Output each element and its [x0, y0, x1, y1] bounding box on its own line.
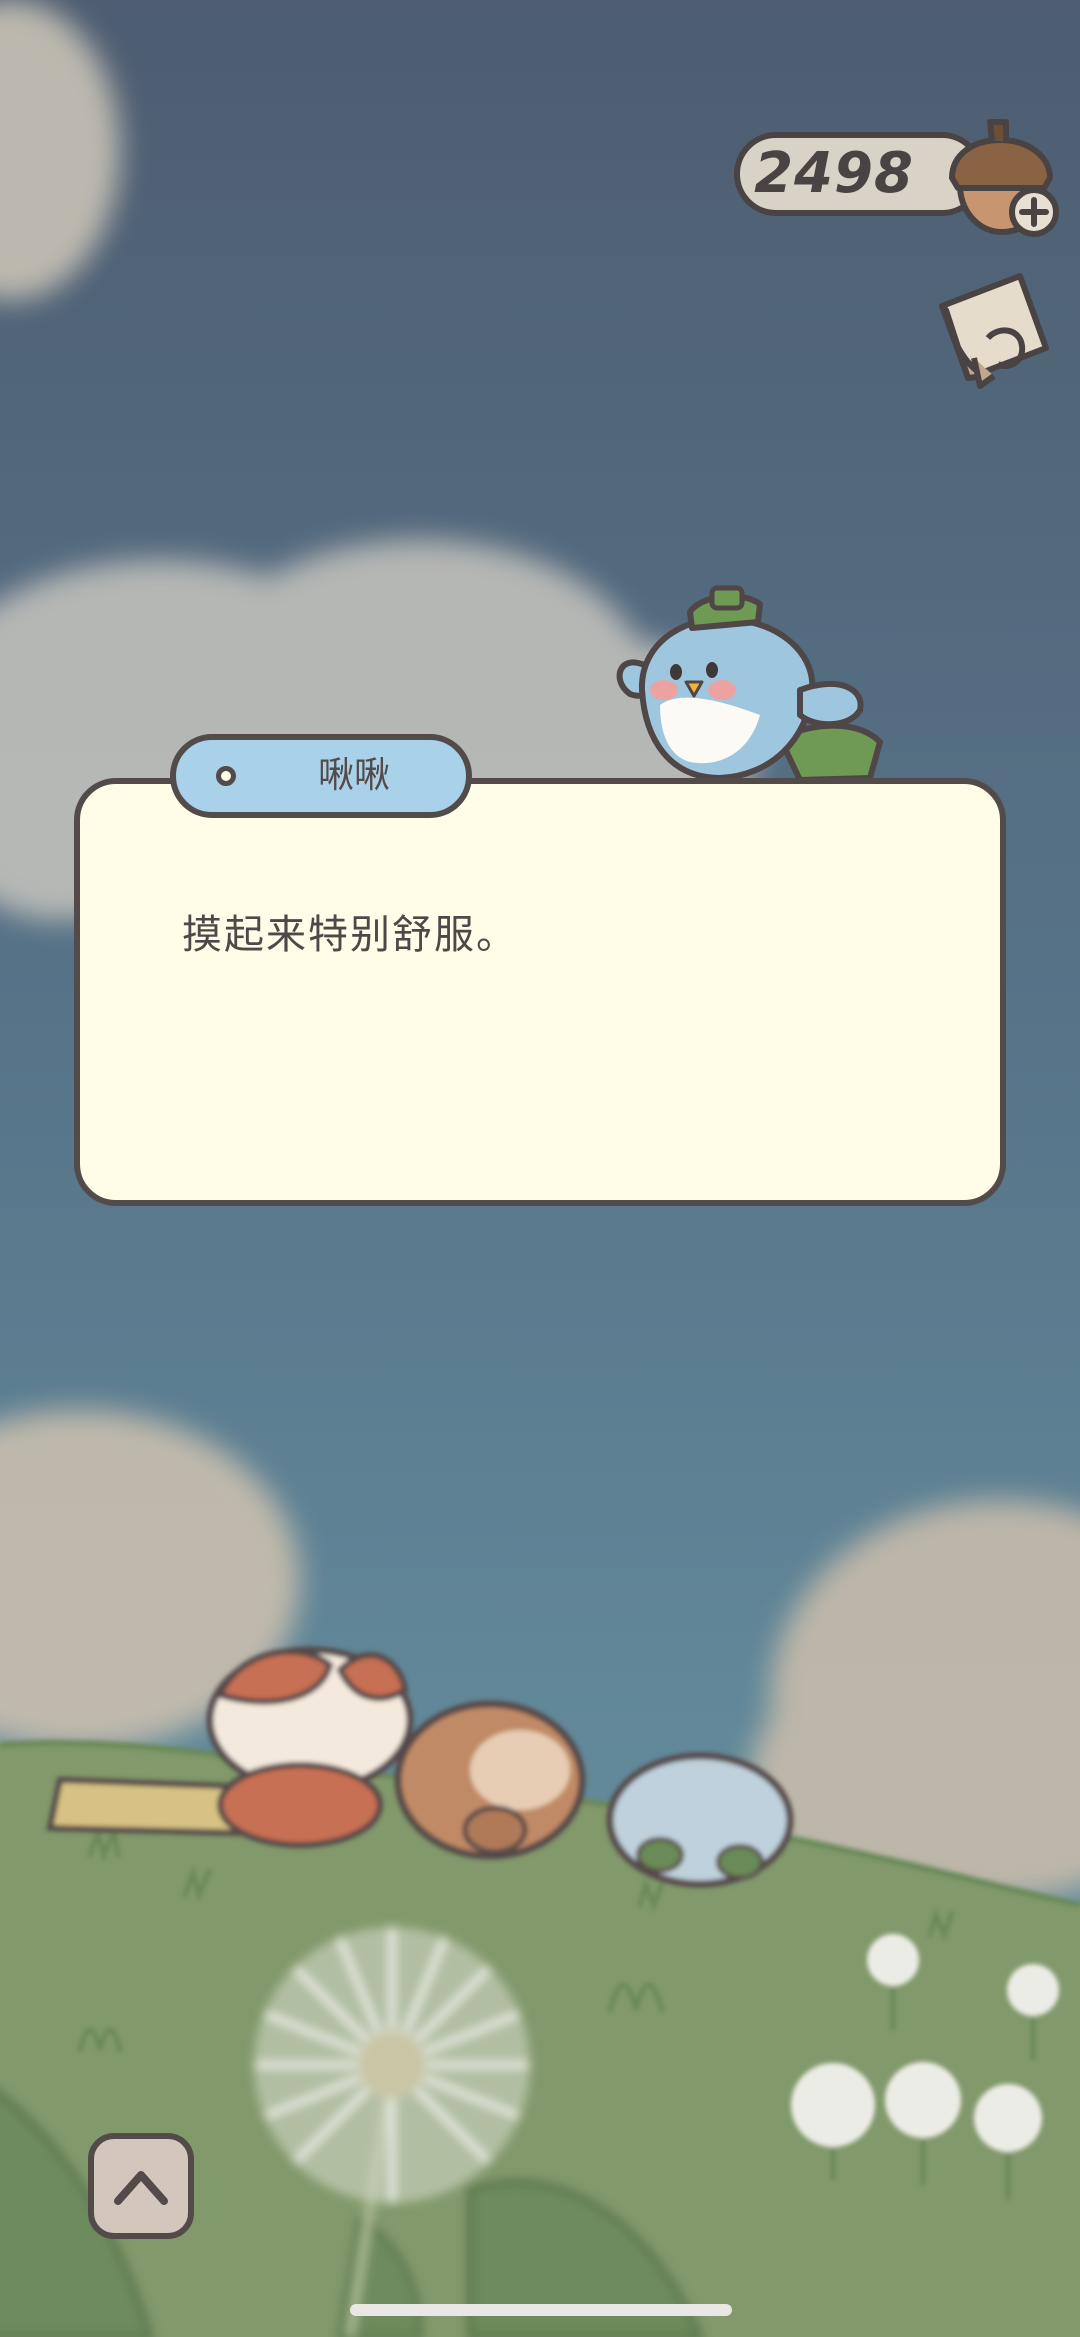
acorn-count: 2498	[754, 141, 914, 206]
dialog-box[interactable]: 摸起来特别舒服。	[74, 778, 1006, 1206]
speaker-name-tab: 啾啾	[170, 734, 472, 818]
acorn-counter[interactable]: 2498	[734, 119, 1059, 237]
acorn-plus-icon[interactable]	[934, 116, 1064, 240]
expand-button[interactable]	[88, 2133, 194, 2239]
letter-icon[interactable]	[928, 268, 1058, 392]
dialog-message: 摸起来特别舒服。	[182, 912, 518, 958]
speaker-name: 啾啾	[317, 755, 390, 796]
chevron-up-icon	[114, 2171, 168, 2205]
game-screen: 2498 摸起来特别舒服。 啾啾	[0, 0, 1080, 2337]
home-indicator[interactable]	[350, 2304, 732, 2316]
speaker-dot-icon	[216, 766, 236, 786]
